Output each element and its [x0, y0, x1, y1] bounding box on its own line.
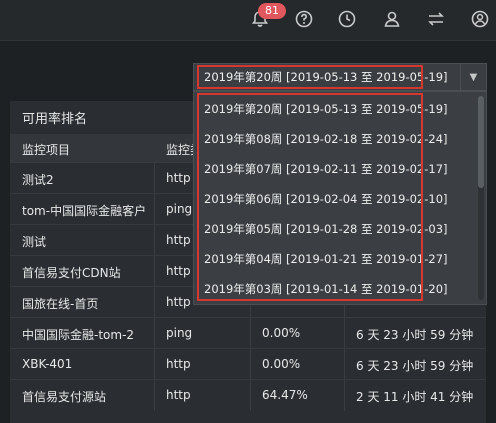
- row-name: tom-中国国际金融客户: [22, 204, 147, 218]
- row-duration: 2 天 11 小时 41 分钟: [356, 390, 474, 404]
- row-name: 测试2: [22, 173, 54, 187]
- row-name: XBK-401: [22, 357, 73, 371]
- row-type: http: [166, 264, 191, 278]
- clock-icon[interactable]: [336, 8, 358, 30]
- row-duration: 6 天 23 小时 59 分钟: [356, 328, 474, 342]
- week-option[interactable]: 2019年第05周 [2019-01-28 至 2019-02-03]: [200, 214, 466, 244]
- top-bar: 81: [0, 0, 496, 41]
- row-rate: 64.47%: [262, 388, 308, 402]
- user-icon[interactable]: [381, 8, 403, 30]
- row-name: 中国国际金融-tom-2: [22, 328, 135, 342]
- row-type: http: [166, 357, 191, 371]
- row-type: http: [166, 233, 191, 247]
- table-row[interactable]: XBK-401 http 0.00% 6 天 23 小时 59 分钟: [10, 348, 486, 380]
- week-option[interactable]: 2019年第07周 [2019-02-11 至 2019-02-17]: [200, 154, 466, 184]
- week-select[interactable]: 2019年第20周 [2019-05-13 至 2019-05-19] ▼: [193, 63, 487, 91]
- row-type: ping: [166, 326, 193, 340]
- row-type: http: [166, 171, 191, 185]
- account-icon[interactable]: [469, 8, 491, 30]
- dropdown-scrollbar-thumb[interactable]: [478, 96, 484, 188]
- switch-icon[interactable]: [425, 8, 447, 30]
- row-rate: 0.00%: [262, 326, 301, 340]
- row-duration: 6 天 23 小时 59 分钟: [356, 359, 474, 373]
- week-dropdown[interactable]: 2019年第20周 [2019-05-13 至 2019-05-19] 2019…: [193, 91, 487, 305]
- row-type: http: [166, 295, 191, 309]
- row-name: 首信易支付源站: [22, 390, 107, 404]
- panel-title: 可用率排名: [22, 112, 88, 127]
- table-row[interactable]: 中国国际金融-tom-2 ping 0.00% 6 天 23 小时 59 分钟: [10, 317, 486, 349]
- week-option[interactable]: 2019年第20周 [2019-05-13 至 2019-05-19]: [200, 94, 466, 124]
- help-icon[interactable]: [293, 8, 315, 30]
- week-select-value: 2019年第20周 [2019-05-13 至 2019-05-19]: [204, 70, 448, 84]
- row-type: ping: [166, 202, 193, 216]
- table-row[interactable]: 首信易支付源站 http 64.47% 2 天 11 小时 41 分钟: [10, 379, 486, 411]
- week-option[interactable]: 2019年第08周 [2019-02-18 至 2019-02-24]: [200, 124, 466, 154]
- week-option[interactable]: 2019年第04周 [2019-01-21 至 2019-01-27]: [200, 244, 466, 274]
- dropdown-scrollbar[interactable]: [478, 96, 484, 300]
- row-type: http: [166, 388, 191, 402]
- week-option[interactable]: 2019年第03周 [2019-01-14 至 2019-01-20]: [200, 274, 466, 304]
- week-option[interactable]: 2019年第06周 [2019-02-04 至 2019-02-10]: [200, 184, 466, 214]
- row-name: 国旅在线-首页: [22, 297, 99, 311]
- row-name: 测试: [22, 235, 47, 249]
- notification-badge: 81: [258, 3, 286, 19]
- column-header-item[interactable]: 监控项目: [22, 141, 70, 158]
- row-name: 首信易支付CDN站: [22, 266, 121, 280]
- caret-down-icon[interactable]: ▼: [460, 64, 486, 90]
- row-rate: 0.00%: [262, 357, 301, 371]
